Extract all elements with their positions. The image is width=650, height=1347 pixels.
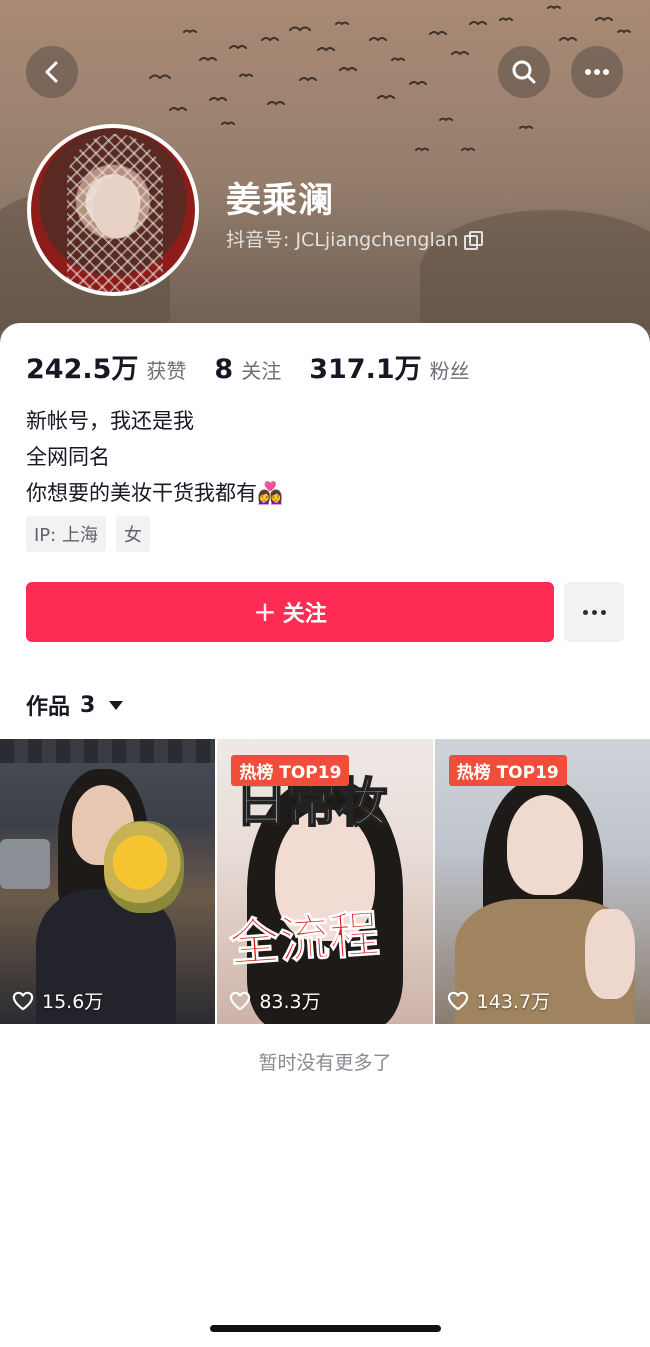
works-count: 3 <box>80 692 96 718</box>
user-name: 姜乘澜 <box>226 181 335 221</box>
following-count[interactable]: 8 <box>214 354 233 385</box>
followers-label[interactable]: 粉丝 <box>430 355 470 384</box>
douyin-id-text: 抖音号: JCLjiangchenglan <box>226 229 459 251</box>
heart-icon <box>230 991 251 1010</box>
video-thumbnail[interactable]: 15.6万 <box>0 739 216 1024</box>
bio-line: 你想要的美妆干货我都有👩‍❤️‍👩 <box>26 475 283 511</box>
ip-location-tag: IP: 上海 <box>26 516 106 552</box>
stats-row: 242.5万 获赞 8 关注 317.1万 粉丝 <box>26 347 490 386</box>
end-of-list-text: 暂时没有更多了 <box>258 1052 392 1074</box>
works-grid: 15.6万 日常妆 全流程 热榜 TOP19 83.3万 热榜 TOP19 14… <box>0 739 650 1024</box>
copy-icon[interactable] <box>464 230 484 250</box>
more-icon <box>582 609 606 615</box>
person-face <box>506 795 583 895</box>
hot-badge: 热榜 TOP19 <box>231 755 350 786</box>
avatar[interactable] <box>27 124 199 296</box>
awning <box>0 739 216 763</box>
likes-counter: 15.6万 <box>12 987 103 1014</box>
likes-count: 143.7万 <box>476 991 551 1013</box>
following-label[interactable]: 关注 <box>241 355 281 384</box>
likes-count: 83.3万 <box>259 991 321 1013</box>
more-actions-button[interactable] <box>564 582 624 642</box>
more-icon <box>585 69 609 75</box>
profile-sheet: 242.5万 获赞 8 关注 317.1万 粉丝 新帐号，我还是我 全网同名 你… <box>0 323 650 1347</box>
search-button[interactable] <box>498 46 550 98</box>
follow-label: 关注 <box>282 602 327 627</box>
car-shape <box>0 839 50 889</box>
likes-label: 获赞 <box>146 359 187 383</box>
gender-tag: 女 <box>115 516 150 552</box>
likes-count: 242.5万 <box>26 354 139 385</box>
back-arrow-icon <box>45 61 58 83</box>
works-tab-label: 作品 <box>26 695 71 720</box>
overlay-subtitle: 全流程 <box>227 903 382 974</box>
more-options-button[interactable] <box>571 46 623 98</box>
heart-icon <box>12 991 34 1010</box>
likes-counter: 143.7万 <box>447 987 550 1014</box>
heart-icon <box>447 991 468 1010</box>
couple-emoji-icon: 👩‍❤️‍👩 <box>257 481 284 505</box>
waving-hand <box>584 909 635 999</box>
video-thumbnail[interactable]: 日常妆 全流程 热榜 TOP19 83.3万 <box>217 739 433 1024</box>
tab-works[interactable]: 作品 3 <box>26 689 124 721</box>
search-icon <box>512 60 536 84</box>
likes-counter: 83.3万 <box>229 987 321 1014</box>
hot-badge: 热榜 TOP19 <box>448 755 567 786</box>
video-thumbnail[interactable]: 热榜 TOP19 143.7万 <box>434 739 650 1024</box>
bio-line-text: 你想要的美妆干货我都有 <box>26 481 257 505</box>
follow-button[interactable]: + 关注 <box>26 582 554 642</box>
profile-tags: IP: 上海 女 <box>26 516 150 552</box>
avatar-face <box>93 176 139 238</box>
douyin-id[interactable]: 抖音号: JCLjiangchenglan <box>226 225 484 252</box>
caret-down-icon <box>109 700 124 710</box>
bio-line: 新帐号，我还是我 <box>26 409 194 433</box>
bio: 新帐号，我还是我 全网同名 你想要的美妆干货我都有👩‍❤️‍👩 <box>26 403 283 511</box>
plus-icon: + <box>253 595 277 628</box>
profile-header: 姜乘澜 抖音号: JCLjiangchenglan <box>0 0 650 350</box>
durian-shape <box>104 821 184 913</box>
bio-line: 全网同名 <box>26 445 110 469</box>
likes-count: 15.6万 <box>42 991 104 1013</box>
followers-count[interactable]: 317.1万 <box>309 347 421 386</box>
back-button[interactable] <box>26 46 78 98</box>
home-indicator[interactable] <box>210 1325 441 1332</box>
